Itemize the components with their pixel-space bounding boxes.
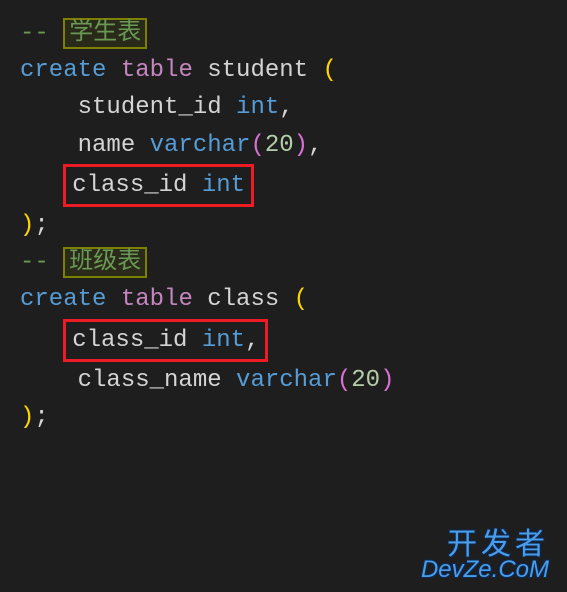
open-paren: ( <box>294 286 308 313</box>
code-line-11: ); <box>20 399 547 436</box>
code-line-2: create table student ( <box>20 52 547 89</box>
close-paren: ) <box>20 404 34 431</box>
watermark-domain: DevZe.CoM <box>421 558 549 582</box>
close-paren: ) <box>20 212 34 239</box>
comma: , <box>245 327 259 354</box>
comma: , <box>279 94 293 121</box>
keyword-table: table <box>121 286 193 313</box>
code-line-3: student_id int, <box>20 89 547 126</box>
comment-highlight-green: 学生表 <box>63 18 147 49</box>
open-paren-inner: ( <box>250 132 264 159</box>
semicolon: ; <box>34 404 48 431</box>
field-class-id: class_id <box>72 172 202 199</box>
comment-marker: -- <box>20 20 63 47</box>
keyword-create: create <box>20 57 121 84</box>
code-editor: -- 学生表 create table student ( student_id… <box>20 15 547 436</box>
code-line-7: -- 班级表 <box>20 244 547 281</box>
red-highlight-box-1: class_id int <box>63 164 254 207</box>
type-int: int <box>236 94 279 121</box>
type-varchar: varchar <box>150 132 251 159</box>
field-class-id: class_id <box>72 327 202 354</box>
code-line-10: class_name varchar(20) <box>20 362 547 399</box>
red-highlight-box-2: class_id int, <box>63 319 268 362</box>
type-varchar: varchar <box>236 367 337 394</box>
keyword-create: create <box>20 286 121 313</box>
comma: , <box>308 132 322 159</box>
keyword-table: table <box>121 57 193 84</box>
close-paren-inner: ) <box>294 132 308 159</box>
code-line-8: create table class ( <box>20 281 547 318</box>
field-student-id: student_id <box>20 94 236 121</box>
type-int: int <box>202 327 245 354</box>
code-line-5: class_id int <box>20 164 547 207</box>
number-20: 20 <box>265 132 294 159</box>
code-line-9: class_id int, <box>20 319 547 362</box>
comment-marker: -- <box>20 249 63 276</box>
comment-highlight-green: 班级表 <box>63 247 147 278</box>
watermark: 开发者 DevZe.CoM <box>421 530 549 582</box>
field-class-name: class_name <box>20 367 236 394</box>
code-line-6: ); <box>20 207 547 244</box>
field-name: name <box>20 132 150 159</box>
open-paren: ( <box>322 57 336 84</box>
close-paren-inner: ) <box>380 367 394 394</box>
open-paren-inner: ( <box>337 367 351 394</box>
table-name-class: class <box>193 286 294 313</box>
type-int: int <box>202 172 245 199</box>
code-line-4: name varchar(20), <box>20 127 547 164</box>
table-name-student: student <box>193 57 323 84</box>
code-line-1: -- 学生表 <box>20 15 547 52</box>
number-20: 20 <box>351 367 380 394</box>
semicolon: ; <box>34 212 48 239</box>
